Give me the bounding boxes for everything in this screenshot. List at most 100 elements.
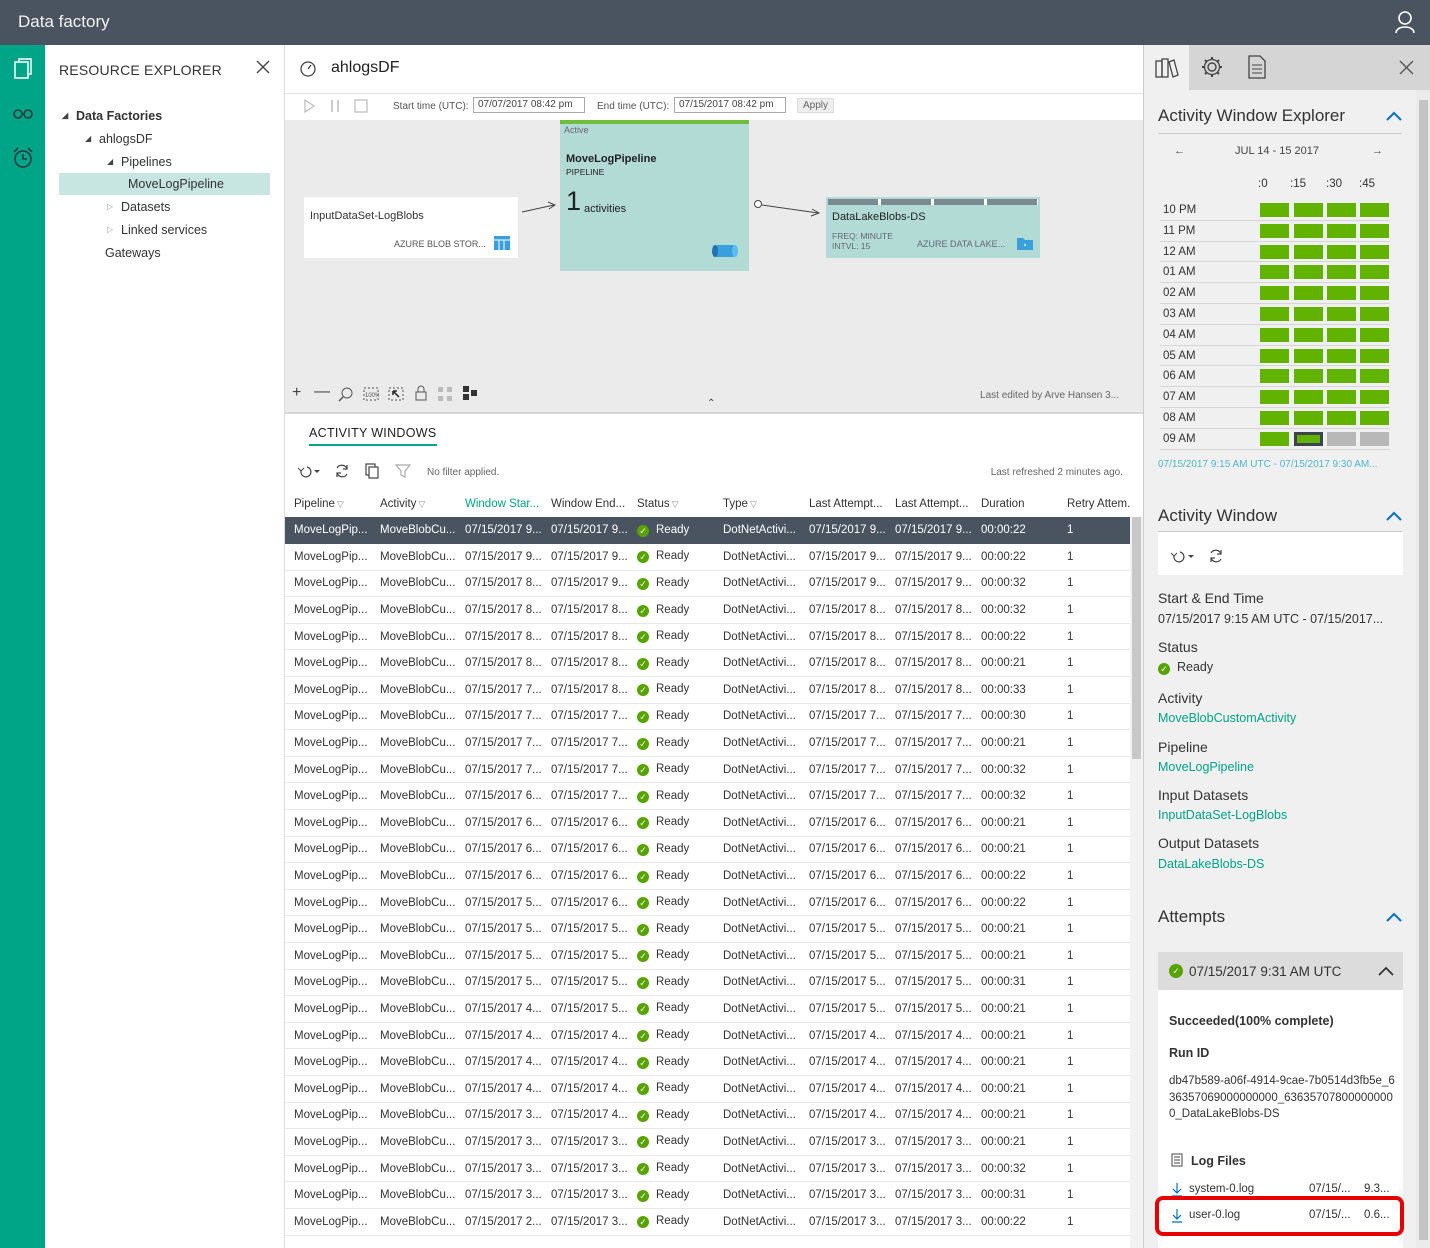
tree-item-pipelines[interactable]: ◢ Pipelines	[107, 151, 172, 173]
table-row[interactable]: MoveLogPip... MoveBlobCu... 07/15/2017 3..…	[285, 1181, 1130, 1209]
refresh-icon[interactable]	[334, 463, 350, 479]
tree-item-ahlogsdf[interactable]: ◢ ahlogsDF	[85, 128, 153, 150]
scrollbar-thumb[interactable]	[1132, 517, 1141, 759]
table-row[interactable]: MoveLogPip... MoveBlobCu... 07/15/2017 4..…	[285, 995, 1130, 1023]
activity-window-cell[interactable]	[1260, 369, 1289, 384]
activity-window-cell[interactable]	[1260, 327, 1289, 342]
pause-icon[interactable]	[329, 99, 341, 113]
output-dataset-node[interactable]: DataLakeBlobs-DS FREQ: MINUTE INTVL: 15 …	[826, 197, 1040, 258]
table-row[interactable]: MoveLogPip... MoveBlobCu... 07/15/2017 8..…	[285, 570, 1130, 598]
column-header-pipeline[interactable]: Pipeline ▽	[285, 491, 371, 517]
activity-window-cell[interactable]	[1360, 223, 1389, 238]
activity-window-cell[interactable]	[1327, 327, 1356, 342]
activity-window-cell[interactable]	[1294, 265, 1323, 280]
table-row[interactable]: MoveLogPip... MoveBlobCu... 07/15/2017 5..…	[285, 942, 1130, 970]
chevron-up-icon[interactable]	[1386, 511, 1402, 521]
chevron-up-icon[interactable]	[1386, 912, 1402, 922]
activity-window-cell[interactable]	[1260, 244, 1289, 259]
activity-window-cell[interactable]	[1294, 431, 1323, 446]
activity-window-cell[interactable]	[1294, 411, 1323, 425]
apply-button[interactable]: Apply	[797, 98, 835, 113]
tree-item-gateways[interactable]: Gateways	[105, 242, 161, 264]
activity-window-cell[interactable]	[1294, 244, 1323, 259]
chevron-up-icon[interactable]: ⌃	[707, 398, 715, 409]
start-time-input[interactable]: 07/07/2017 08:42 pm	[473, 97, 585, 113]
pipeline-node[interactable]: Active MoveLogPipeline PIPELINE 1 activi…	[560, 120, 749, 271]
input-dataset-link[interactable]: InputDataSet-LogBlobs	[1158, 808, 1287, 822]
column-header-window-start[interactable]: Window Star...	[456, 491, 542, 517]
refresh-icon[interactable]	[1208, 548, 1224, 564]
activity-window-cell[interactable]	[1327, 203, 1356, 217]
activity-window-cell[interactable]	[1260, 348, 1289, 363]
activity-window-cell[interactable]	[1360, 390, 1389, 405]
table-scrollbar[interactable]	[1130, 517, 1143, 1248]
activity-window-cell[interactable]	[1360, 327, 1389, 342]
activity-window-cell[interactable]	[1260, 286, 1289, 301]
activity-window-cell[interactable]	[1360, 244, 1389, 259]
table-row[interactable]: MoveLogPip... MoveBlobCu... 07/15/2017 6..…	[285, 782, 1130, 811]
table-row[interactable]: MoveLogPip... MoveBlobCu... 07/15/2017 8..…	[285, 623, 1130, 651]
activity-window-cell[interactable]	[1260, 411, 1289, 425]
close-icon[interactable]	[255, 59, 271, 75]
activity-window-cell[interactable]	[1260, 203, 1289, 217]
table-row[interactable]: MoveLogPip... MoveBlobCu... 07/15/2017 4..…	[285, 1075, 1130, 1103]
fit-to-screen-icon[interactable]	[388, 386, 404, 402]
table-row[interactable]: MoveLogPip... MoveBlobCu... 07/15/2017 7..…	[285, 703, 1130, 731]
activity-window-cell[interactable]	[1360, 431, 1389, 446]
column-header-retry-attempts[interactable]: Retry Attem...	[1058, 491, 1130, 517]
tab-activity-window-explorer[interactable]	[1144, 45, 1189, 90]
table-row[interactable]: MoveLogPip... MoveBlobCu... 07/15/2017 3..…	[285, 1155, 1130, 1183]
table-row[interactable]: MoveLogPip... MoveBlobCu... 07/15/2017 7..…	[285, 756, 1130, 784]
table-row[interactable]: MoveLogPip... MoveBlobCu... 07/15/2017 6..…	[285, 809, 1130, 837]
copy-icon[interactable]	[364, 463, 380, 479]
activity-window-cell[interactable]	[1294, 307, 1323, 321]
activity-window-cell[interactable]	[1260, 431, 1289, 446]
table-row[interactable]: MoveLogPip... MoveBlobCu... 07/15/2017 5..…	[285, 889, 1130, 917]
filter-icon[interactable]: ▽	[418, 499, 425, 509]
activity-window-cell[interactable]	[1260, 265, 1289, 280]
table-row[interactable]: MoveLogPip... MoveBlobCu... 07/15/2017 5..…	[285, 969, 1130, 997]
output-dataset-link[interactable]: DataLakeBlobs-DS	[1158, 857, 1264, 871]
download-icon[interactable]	[1171, 1182, 1183, 1197]
activity-window-cell[interactable]	[1327, 223, 1356, 238]
activity-link[interactable]: MoveBlobCustomActivity	[1158, 711, 1296, 725]
column-header-window-end[interactable]: Window End...	[542, 491, 628, 517]
alarm-clock-icon[interactable]	[11, 146, 35, 170]
activity-window-cell[interactable]	[1260, 223, 1289, 238]
column-header-activity[interactable]: Activity ▽	[371, 491, 456, 517]
table-row[interactable]: MoveLogPip... MoveBlobCu... 07/15/2017 8..…	[285, 596, 1130, 624]
column-header-status[interactable]: Status ▽	[628, 491, 714, 517]
activity-window-cell[interactable]	[1294, 327, 1323, 342]
activity-window-cell[interactable]	[1327, 390, 1356, 405]
panel-scrollbar[interactable]	[1416, 90, 1430, 1248]
table-row[interactable]: MoveLogPip... MoveBlobCu... 07/15/2017 7..…	[285, 676, 1130, 704]
monitor-glasses-icon[interactable]	[11, 101, 35, 125]
scrollbar-thumb[interactable]	[1419, 100, 1428, 1240]
table-row[interactable]: MoveLogPip... MoveBlobCu... 07/15/2017 4..…	[285, 1022, 1130, 1050]
activity-window-cell[interactable]	[1327, 307, 1356, 321]
activity-windows-title[interactable]: ACTIVITY WINDOWS	[309, 426, 437, 446]
rerun-dropdown-icon[interactable]	[1170, 549, 1196, 563]
lock-icon[interactable]	[414, 385, 428, 401]
zoom-100-icon[interactable]: 100%	[363, 386, 379, 402]
input-dataset-node[interactable]: InputDataSet-LogBlobs AZURE BLOB STOR...	[304, 197, 518, 258]
next-arrow-icon[interactable]: →	[1372, 145, 1383, 157]
filter-icon[interactable]: ▽	[750, 499, 757, 509]
table-row[interactable]: MoveLogPip... MoveBlobCu... 07/15/2017 6..…	[285, 836, 1130, 864]
table-row[interactable]: MoveLogPip... MoveBlobCu... 07/15/2017 8..…	[285, 649, 1130, 678]
rerun-dropdown-icon[interactable]	[297, 464, 321, 478]
activity-window-cell[interactable]	[1360, 369, 1389, 384]
column-header-last-attempt-start[interactable]: Last Attempt...	[800, 491, 886, 517]
diagram-canvas[interactable]: InputDataSet-LogBlobs AZURE BLOB STOR...…	[285, 120, 1143, 412]
tree-item-datasets[interactable]: ▷ Datasets	[107, 196, 170, 218]
table-row[interactable]: MoveLogPip... MoveBlobCu... 07/15/2017 5..…	[285, 915, 1130, 943]
filter-icon[interactable]: ▽	[672, 499, 679, 509]
stop-icon[interactable]	[354, 99, 368, 113]
filter-icon[interactable]	[395, 463, 411, 479]
table-row[interactable]: MoveLogPip... MoveBlobCu... 07/15/2017 3..…	[285, 1128, 1130, 1156]
column-header-last-attempt-end[interactable]: Last Attempt...	[886, 491, 972, 517]
tree-item-data-factories[interactable]: ◢ Data Factories	[62, 105, 162, 127]
table-row[interactable]: MoveLogPip... MoveBlobCu... 07/15/2017 9..…	[285, 543, 1130, 571]
filter-icon[interactable]: ▽	[337, 499, 344, 509]
resource-explorer-icon[interactable]	[11, 57, 35, 81]
